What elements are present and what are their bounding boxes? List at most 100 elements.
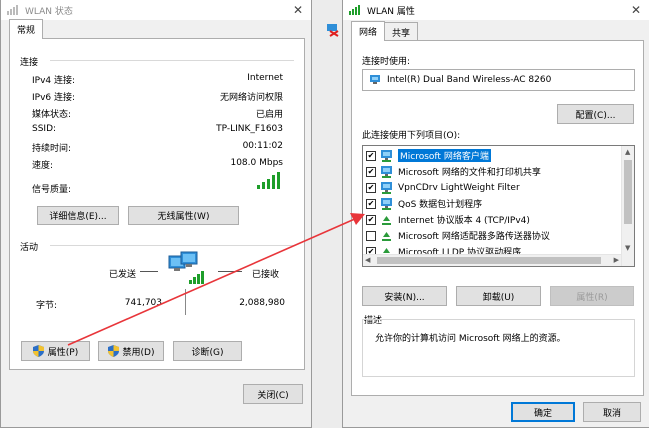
scroll-right-icon[interactable]: ▶ bbox=[614, 256, 619, 264]
tab-network[interactable]: 网络 bbox=[351, 21, 386, 41]
configure-button[interactable]: 配置(C)... bbox=[557, 104, 634, 124]
wireless-properties-button[interactable]: 无线属性(W) bbox=[128, 206, 239, 225]
signal-quality-label: 信号质量: bbox=[32, 185, 72, 195]
connect-using-label: 连接时使用: bbox=[362, 57, 411, 67]
hscroll-thumb[interactable] bbox=[377, 257, 601, 264]
close-icon[interactable]: ✕ bbox=[285, 0, 311, 20]
item-label: Internet 协议版本 4 (TCP/IPv4) bbox=[398, 216, 530, 226]
status-row-value: 已启用 bbox=[255, 110, 283, 120]
divider bbox=[50, 60, 294, 61]
list-item[interactable]: ✔ Microsoft 网络客户端 bbox=[366, 148, 620, 163]
disable-button-label: 禁用(D) bbox=[122, 347, 155, 358]
title-bar[interactable]: WLAN 状态 bbox=[1, 0, 311, 20]
status-row-label: 持续时间: bbox=[32, 144, 72, 154]
item-label: Microsoft 网络客户端 bbox=[398, 149, 491, 162]
bytes-sent-value: 741,703 bbox=[124, 298, 162, 308]
components-list[interactable]: ✔ Microsoft 网络客户端 ✔ Microsoft 网络的文件和打印机共享 ✔ V… bbox=[362, 145, 635, 267]
adapter-name: Intel(R) Dual Band Wireless-AC 8260 bbox=[387, 75, 552, 85]
description-text: 允许你的计算机访问 Microsoft 网络上的资源。 bbox=[375, 334, 566, 344]
list-item[interactable]: ✔ Internet 协议版本 4 (TCP/IPv4) bbox=[366, 212, 620, 227]
item-label: Microsoft 网络的文件和打印机共享 bbox=[398, 168, 541, 178]
item-label: QoS 数据包计划程序 bbox=[398, 200, 483, 210]
protocol-icon bbox=[380, 230, 394, 242]
list-item[interactable]: Microsoft 网络适配器多路传送器协议 bbox=[366, 228, 620, 243]
wifi-icon bbox=[7, 5, 19, 15]
activity-section-label: 活动 bbox=[20, 243, 39, 253]
list-item[interactable]: ✔ QoS 数据包计划程序 bbox=[366, 196, 620, 211]
status-row-label: 媒体状态: bbox=[32, 110, 72, 120]
properties-button[interactable]: 属性(P) bbox=[21, 341, 90, 361]
description-group: 允许你的计算机访问 Microsoft 网络上的资源。 bbox=[362, 319, 635, 377]
item-properties-button[interactable]: 属性(R) bbox=[550, 286, 634, 306]
item-label: VpnCDrv LightWeight Filter bbox=[398, 182, 520, 193]
scroll-up-icon[interactable]: ▲ bbox=[625, 148, 630, 156]
network-status-icon bbox=[326, 23, 340, 40]
status-row-value: 无网络访问权限 bbox=[219, 93, 283, 103]
tab-bar: 常规 bbox=[9, 19, 44, 39]
item-label: Microsoft 网络适配器多路传送器协议 bbox=[398, 232, 550, 242]
title-bar[interactable]: WLAN 属性 bbox=[343, 0, 649, 20]
status-row-value: 00:11:02 bbox=[242, 141, 283, 151]
status-row-label: IPv6 连接: bbox=[32, 93, 76, 103]
scroll-down-icon[interactable]: ▼ bbox=[625, 244, 630, 252]
sent-line bbox=[140, 271, 158, 272]
status-row-value: Internet bbox=[247, 73, 283, 83]
network-client-icon bbox=[380, 197, 394, 210]
adapter-icon bbox=[369, 75, 381, 85]
horizontal-scrollbar[interactable]: ◀ ▶ bbox=[363, 254, 621, 266]
list-item[interactable]: ✔ Microsoft 网络的文件和打印机共享 bbox=[366, 164, 620, 179]
diagnose-button[interactable]: 诊断(G) bbox=[173, 341, 242, 361]
bytes-label: 字节: bbox=[36, 301, 58, 311]
status-row-value: 108.0 Mbps bbox=[230, 158, 283, 168]
status-row-label: IPv4 连接: bbox=[32, 76, 76, 86]
install-button[interactable]: 安装(N)... bbox=[362, 286, 447, 306]
close-icon[interactable]: ✕ bbox=[623, 0, 649, 20]
ok-button[interactable]: 确定 bbox=[511, 402, 575, 422]
desktop-gap bbox=[312, 0, 342, 428]
scroll-thumb[interactable] bbox=[624, 160, 632, 224]
activity-divider bbox=[185, 289, 186, 315]
close-button[interactable]: 关闭(C) bbox=[243, 384, 303, 404]
signal-bars-icon bbox=[257, 172, 281, 192]
scroll-left-icon[interactable]: ◀ bbox=[365, 256, 370, 264]
properties-button-label: 属性(P) bbox=[47, 347, 79, 358]
bytes-received-value: 2,088,980 bbox=[239, 298, 285, 308]
item-checkbox[interactable]: ✔ bbox=[366, 166, 376, 177]
item-checkbox[interactable]: ✔ bbox=[366, 182, 376, 193]
wlan-properties-window: WLAN 属性 ✕ 网络 共享 连接时使用: Intel(R) Dual Ban… bbox=[342, 0, 649, 428]
received-line bbox=[218, 271, 242, 272]
status-row-value: TP-LINK_F1603 bbox=[216, 124, 283, 134]
item-checkbox[interactable]: ✔ bbox=[366, 198, 376, 209]
items-label: 此连接使用下列项目(O): bbox=[362, 131, 461, 141]
connection-section-label: 连接 bbox=[20, 58, 39, 68]
tab-general[interactable]: 常规 bbox=[9, 19, 44, 39]
network-client-icon bbox=[380, 165, 394, 178]
disable-button[interactable]: 禁用(D) bbox=[98, 341, 164, 361]
tab-bar: 网络 共享 bbox=[351, 21, 419, 41]
window-title: WLAN 状态 bbox=[25, 6, 73, 17]
cancel-button[interactable]: 取消 bbox=[583, 402, 641, 422]
divider bbox=[50, 245, 294, 246]
item-checkbox[interactable] bbox=[366, 230, 376, 241]
general-panel: 连接 IPv4 连接: Internet IPv6 连接: 无网络访问权限媒体状态: 已… bbox=[9, 38, 305, 370]
details-button[interactable]: 详细信息(E)... bbox=[37, 206, 119, 225]
wifi-icon bbox=[349, 5, 361, 15]
uninstall-button[interactable]: 卸载(U) bbox=[456, 286, 541, 306]
tab-sharing[interactable]: 共享 bbox=[384, 22, 419, 41]
network-client-icon bbox=[380, 181, 394, 194]
protocol-icon bbox=[380, 214, 394, 226]
status-row-label: 速度: bbox=[32, 161, 54, 171]
item-checkbox[interactable]: ✔ bbox=[366, 214, 376, 225]
shield-icon bbox=[107, 345, 119, 357]
sent-label: 已发送 bbox=[109, 270, 137, 280]
vertical-scrollbar[interactable]: ▲ ▼ bbox=[621, 146, 634, 266]
network-computers-icon bbox=[167, 250, 211, 291]
shield-icon bbox=[32, 345, 44, 357]
network-panel: 连接时使用: Intel(R) Dual Band Wireless-AC 82… bbox=[351, 40, 644, 396]
status-row-label: SSID: bbox=[32, 124, 57, 134]
item-checkbox[interactable]: ✔ bbox=[366, 150, 376, 161]
adapter-field: Intel(R) Dual Band Wireless-AC 8260 bbox=[362, 69, 635, 91]
network-client-icon bbox=[380, 149, 394, 162]
list-item[interactable]: ✔ VpnCDrv LightWeight Filter bbox=[366, 180, 620, 195]
window-title: WLAN 属性 bbox=[367, 6, 415, 17]
